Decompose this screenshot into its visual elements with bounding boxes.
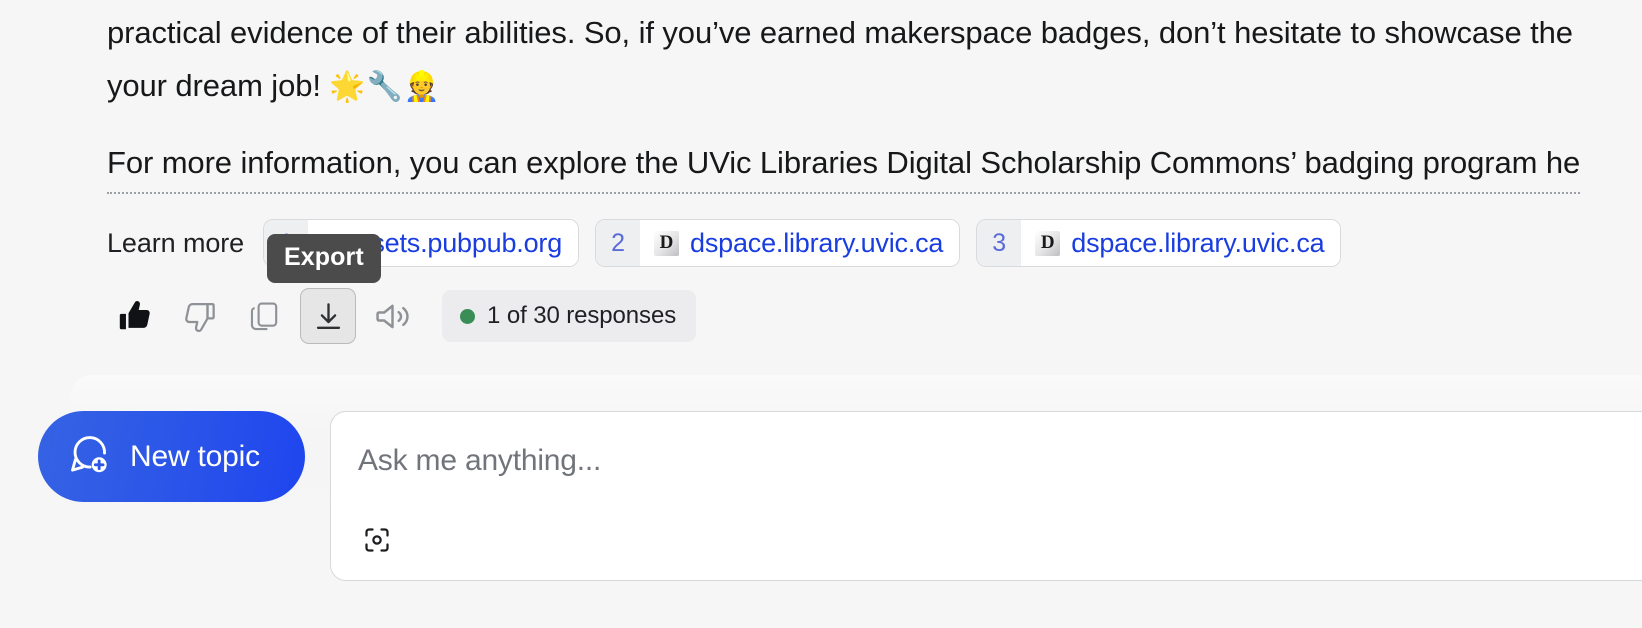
citation-number-3: 3 — [977, 220, 1022, 266]
dspace-favicon: D — [1035, 230, 1061, 256]
answer-paragraph-line-1: practical evidence of their abilities. S… — [107, 6, 1573, 59]
citation-body-3: D dspace.library.uvic.ca — [1021, 220, 1341, 266]
ask-input-box[interactable]: Ask me anything... — [330, 411, 1642, 581]
answer-text-paragraph-2: For more information, you can explore th… — [107, 145, 1581, 180]
citation-chip-3[interactable]: 3 D dspace.library.uvic.ca — [976, 219, 1342, 267]
chat-bubble-plus-icon — [66, 432, 112, 481]
copy-button[interactable] — [236, 288, 292, 344]
answer-paragraph-2: For more information, you can explore th… — [107, 136, 1580, 194]
scan-attach-button[interactable] — [353, 517, 401, 565]
learn-more-label: Learn more — [107, 227, 245, 258]
dspace-favicon: D — [654, 230, 680, 256]
ask-input-placeholder: Ask me anything... — [358, 444, 602, 477]
thumbs-down-icon — [182, 298, 218, 334]
speak-aloud-button[interactable] — [364, 288, 420, 344]
chat-answer-screen: practical evidence of their abilities. S… — [0, 0, 1642, 628]
download-icon — [312, 300, 345, 333]
conversation-scroll-area[interactable]: practical evidence of their abilities. S… — [0, 0, 1642, 366]
message-action-bar: 1 of 30 responses — [108, 288, 697, 344]
new-topic-button[interactable]: New topic — [38, 411, 305, 502]
citation-url-3: dspace.library.uvic.ca — [1071, 227, 1325, 258]
answer-paragraph-line-2: your dream job! 🌟🔧👷 — [107, 59, 441, 114]
copy-icon — [247, 299, 281, 333]
citation-body-2: D dspace.library.uvic.ca — [640, 220, 960, 266]
citation-number-2: 2 — [596, 220, 641, 266]
export-tooltip: Export — [267, 234, 381, 283]
speaker-icon — [374, 298, 411, 335]
status-dot-icon — [460, 308, 475, 324]
thumbs-down-button[interactable] — [172, 288, 228, 344]
citation-chip-2[interactable]: 2 D dspace.library.uvic.ca — [595, 219, 961, 267]
new-topic-label: New topic — [130, 439, 260, 473]
answer-emoji: 🌟🔧👷 — [329, 71, 441, 103]
thumbs-up-button[interactable] — [108, 288, 164, 344]
responses-badge[interactable]: 1 of 30 responses — [442, 290, 697, 342]
answer-text-line-1: practical evidence of their abilities. S… — [107, 15, 1573, 50]
citation-url-2: dspace.library.uvic.ca — [690, 227, 944, 258]
thumbs-up-icon — [118, 298, 154, 334]
answer-text-line-2: your dream job! — [107, 68, 330, 103]
download-button[interactable] — [300, 288, 356, 344]
citation-url-1: ssets.pubpub.org — [358, 227, 563, 258]
scan-icon — [362, 525, 392, 558]
responses-count-label: 1 of 30 responses — [487, 302, 677, 329]
